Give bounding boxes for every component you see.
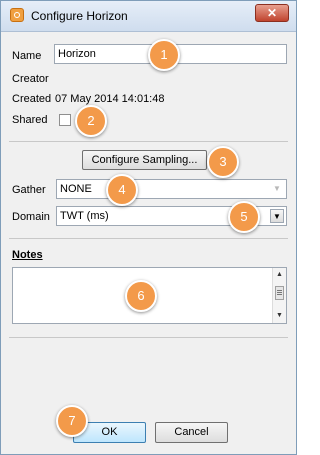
- window-title: Configure Horizon: [31, 9, 128, 23]
- name-value: Horizon: [58, 48, 96, 60]
- creator-label: Creator: [12, 73, 49, 85]
- created-label: Created: [12, 93, 52, 105]
- scroll-thumb[interactable]: [275, 286, 284, 300]
- close-icon: ✕: [266, 6, 278, 20]
- callout-marker-6: 6: [125, 280, 157, 312]
- notes-scrollbar[interactable]: ▲ ▼: [272, 268, 286, 323]
- horizon-app-icon: [10, 8, 24, 22]
- shared-label: Shared: [12, 114, 48, 126]
- dialog-content: Name Horizon Creator Created 07 May 2014…: [5, 35, 292, 450]
- created-value: 07 May 2014 14:01:48: [55, 93, 165, 105]
- cancel-button[interactable]: Cancel: [155, 422, 228, 443]
- chevron-down-icon: ▼: [273, 184, 281, 193]
- callout-marker-4: 4: [106, 174, 138, 206]
- configure-sampling-button[interactable]: Configure Sampling...: [82, 150, 207, 170]
- callout-marker-2: 2: [75, 105, 107, 137]
- gather-dropdown[interactable]: NONE ▼: [56, 179, 287, 199]
- configure-horizon-dialog: Configure Horizon ✕ Name Horizon Creator…: [0, 0, 297, 455]
- scroll-up-icon[interactable]: ▲: [273, 269, 286, 281]
- title-bar[interactable]: Configure Horizon ✕: [1, 1, 296, 32]
- notes-label: Notes: [12, 249, 43, 261]
- domain-label: Domain: [12, 211, 50, 223]
- close-button[interactable]: ✕: [255, 4, 289, 22]
- callout-marker-7: 7: [56, 405, 88, 437]
- callout-marker-3: 3: [207, 146, 239, 178]
- callout-marker-1: 1: [148, 39, 180, 71]
- name-label: Name: [12, 50, 42, 62]
- gather-label: Gather: [12, 184, 46, 196]
- callout-marker-5: 5: [228, 201, 260, 233]
- divider-top: [9, 141, 288, 142]
- domain-value: TWT (ms): [60, 210, 109, 222]
- gather-value: NONE: [60, 183, 92, 195]
- divider-bottom: [9, 337, 288, 338]
- divider-middle: [9, 238, 288, 239]
- chevron-down-icon[interactable]: ▼: [270, 209, 284, 223]
- scroll-down-icon[interactable]: ▼: [273, 310, 286, 322]
- shared-checkbox[interactable]: [59, 114, 71, 126]
